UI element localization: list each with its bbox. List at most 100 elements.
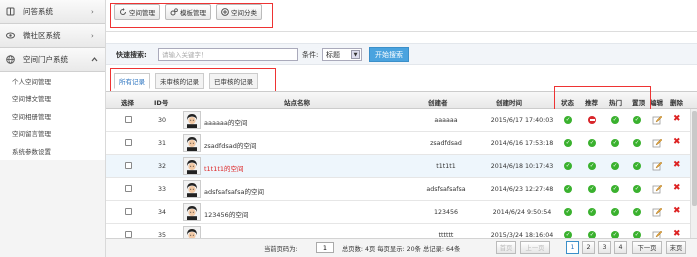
edit-icon[interactable] bbox=[652, 161, 663, 171]
delete-icon[interactable]: ✖ bbox=[673, 160, 681, 170]
page-button-4[interactable]: 4 bbox=[614, 241, 627, 254]
tab-all-records[interactable]: 所有记录 bbox=[114, 73, 150, 89]
row-checkbox[interactable] bbox=[125, 162, 132, 169]
space-name-link[interactable]: 123456的空间 bbox=[204, 209, 248, 219]
check-icon[interactable]: ✓ bbox=[633, 116, 641, 124]
page-button-1[interactable]: 1 bbox=[566, 241, 579, 254]
table-row[interactable]: 32 t1t1t1的空间 t1t1t1 2014/6/18 10:17:43 ✓ ✓ ✓ ✓ ✖ bbox=[106, 155, 697, 178]
next-page-button[interactable]: 下一页 bbox=[632, 241, 662, 254]
sidebar-item-settings[interactable]: 系统参数设置 bbox=[0, 142, 105, 160]
chevron-right-icon: › bbox=[91, 31, 94, 40]
table-row[interactable]: 33 adsfsafsafsa的空间 adsfsafsafsa 2014/6/23 1… bbox=[106, 178, 697, 201]
check-icon[interactable]: ✓ bbox=[588, 185, 596, 193]
refresh-icon bbox=[119, 8, 127, 16]
check-icon[interactable]: ✓ bbox=[633, 162, 641, 170]
delete-icon[interactable]: ✖ bbox=[673, 137, 681, 147]
header-edit: 编辑 bbox=[650, 99, 663, 107]
last-page-button[interactable]: 末页 bbox=[666, 241, 686, 254]
row-checkbox[interactable] bbox=[125, 185, 132, 192]
page-button-2[interactable]: 2 bbox=[582, 241, 595, 254]
table-row[interactable]: 34 123456的空间 123456 2014/6/24 9:50:54 ✓ ✓ ✓ ✓ ✖ bbox=[106, 201, 697, 224]
row-created-time: 2014/6/24 9:50:54 bbox=[492, 209, 552, 216]
space-manage-button[interactable]: 空间管理 bbox=[114, 4, 160, 20]
check-icon[interactable]: ✓ bbox=[564, 208, 572, 216]
check-icon[interactable]: ✓ bbox=[564, 162, 572, 170]
page-button-3[interactable]: 3 bbox=[598, 241, 611, 254]
avatar bbox=[183, 157, 201, 175]
delete-icon[interactable]: ✖ bbox=[673, 183, 681, 193]
header-created: 创建时间 bbox=[496, 99, 522, 107]
space-category-button[interactable]: 空间分类 bbox=[216, 4, 262, 20]
delete-icon[interactable]: ✖ bbox=[673, 206, 681, 216]
check-icon[interactable]: ✓ bbox=[633, 139, 641, 147]
edit-icon[interactable] bbox=[652, 207, 663, 217]
row-checkbox[interactable] bbox=[125, 208, 132, 215]
delete-icon[interactable]: ✖ bbox=[673, 114, 681, 124]
avatar bbox=[183, 180, 201, 198]
sidebar-item-messages[interactable]: 空间留言管理 bbox=[0, 125, 105, 143]
chevron-right-icon: › bbox=[91, 7, 94, 16]
row-created-time: 2015/6/17 17:40:03 bbox=[490, 117, 554, 124]
header-creator: 创建者 bbox=[428, 99, 448, 107]
vertical-scrollbar[interactable] bbox=[690, 109, 697, 238]
check-icon[interactable]: ✓ bbox=[564, 116, 572, 124]
edit-icon[interactable] bbox=[652, 115, 663, 125]
tab-reviewed[interactable]: 已审核的记录 bbox=[209, 73, 258, 89]
row-checkbox[interactable] bbox=[125, 116, 132, 123]
header-delete: 删除 bbox=[670, 99, 683, 107]
button-label: 空间分类 bbox=[231, 9, 257, 17]
sidebar-group-qa[interactable]: 问答系统 › bbox=[0, 0, 105, 24]
avatar bbox=[183, 134, 201, 152]
check-icon[interactable]: ✓ bbox=[611, 185, 619, 193]
no-icon[interactable] bbox=[588, 116, 596, 124]
space-name-link[interactable]: zsadfdsad的空间 bbox=[204, 140, 256, 150]
search-input[interactable] bbox=[158, 48, 298, 61]
first-page-button[interactable]: 首页 bbox=[496, 241, 516, 254]
sidebar-group-community[interactable]: 微社区系统 › bbox=[0, 24, 105, 48]
space-name-link[interactable]: aaaaaa的空间 bbox=[204, 117, 247, 127]
settings-icon bbox=[170, 8, 178, 16]
pager-summary: 总页数: 4页 每页显示: 20条 总记录: 64条 bbox=[342, 246, 461, 253]
eye-icon bbox=[6, 31, 15, 40]
pagination-bar: 当前页码为: 总页数: 4页 每页显示: 20条 总记录: 64条 首页 上一页… bbox=[106, 238, 697, 257]
chevron-up-icon bbox=[91, 56, 101, 64]
tab-unreviewed[interactable]: 未审核的记录 bbox=[155, 73, 204, 89]
row-created-time: 2014/6/23 12:27:48 bbox=[490, 186, 554, 193]
sidebar: 问答系统 › 微社区系统 › 空间门户系统 个人空间管理 空间博文管理 空间相册… bbox=[0, 0, 106, 257]
current-page-input[interactable] bbox=[316, 242, 334, 253]
sidebar-item-album[interactable]: 空间相册管理 bbox=[0, 107, 105, 125]
check-icon[interactable]: ✓ bbox=[611, 139, 619, 147]
check-icon[interactable]: ✓ bbox=[633, 208, 641, 216]
check-icon[interactable]: ✓ bbox=[588, 208, 596, 216]
row-id: 34 bbox=[158, 209, 167, 216]
check-icon[interactable]: ✓ bbox=[588, 162, 596, 170]
search-bar: 快速搜索: 条件: 标题 ▼ 开始搜索 bbox=[106, 43, 697, 65]
template-manage-button[interactable]: 模板管理 bbox=[165, 4, 211, 20]
sidebar-group-portal[interactable]: 空间门户系统 bbox=[0, 48, 105, 72]
sidebar-group-label: 问答系统 bbox=[23, 7, 53, 16]
edit-icon[interactable] bbox=[652, 138, 663, 148]
check-icon[interactable]: ✓ bbox=[564, 185, 572, 193]
row-checkbox[interactable] bbox=[125, 139, 132, 146]
check-icon[interactable]: ✓ bbox=[588, 139, 596, 147]
prev-page-button[interactable]: 上一页 bbox=[520, 241, 550, 254]
check-icon[interactable]: ✓ bbox=[611, 116, 619, 124]
table-row[interactable]: 31 zsadfdsad的空间 zsadfdsad 2014/6/16 17:53:1… bbox=[106, 132, 697, 155]
check-icon[interactable]: ✓ bbox=[564, 139, 572, 147]
search-button[interactable]: 开始搜索 bbox=[369, 47, 409, 62]
space-name-link[interactable]: adsfsafsafsa的空间 bbox=[204, 186, 264, 196]
toolbar: 空间管理 模板管理 空间分类 bbox=[106, 0, 697, 32]
sidebar-item-blog[interactable]: 空间博文管理 bbox=[0, 90, 105, 108]
check-icon[interactable]: ✓ bbox=[611, 162, 619, 170]
condition-select[interactable]: 标题 ▼ bbox=[322, 48, 362, 61]
check-icon[interactable]: ✓ bbox=[633, 185, 641, 193]
scrollbar-thumb[interactable] bbox=[692, 111, 697, 206]
sidebar-item-personal-space[interactable]: 个人空间管理 bbox=[0, 72, 105, 90]
row-created-time: 2014/6/16 17:53:18 bbox=[490, 140, 554, 147]
check-icon[interactable]: ✓ bbox=[611, 208, 619, 216]
search-label: 快速搜索: bbox=[116, 51, 147, 59]
space-name-link[interactable]: t1t1t1的空间 bbox=[204, 163, 244, 173]
edit-icon[interactable] bbox=[652, 184, 663, 194]
table-row[interactable]: 30 aaaaaa的空间 aaaaaa 2015/6/17 17:40:03 ✓ ✓ ✓ ✖ bbox=[106, 109, 697, 132]
row-checkbox[interactable] bbox=[125, 231, 132, 238]
